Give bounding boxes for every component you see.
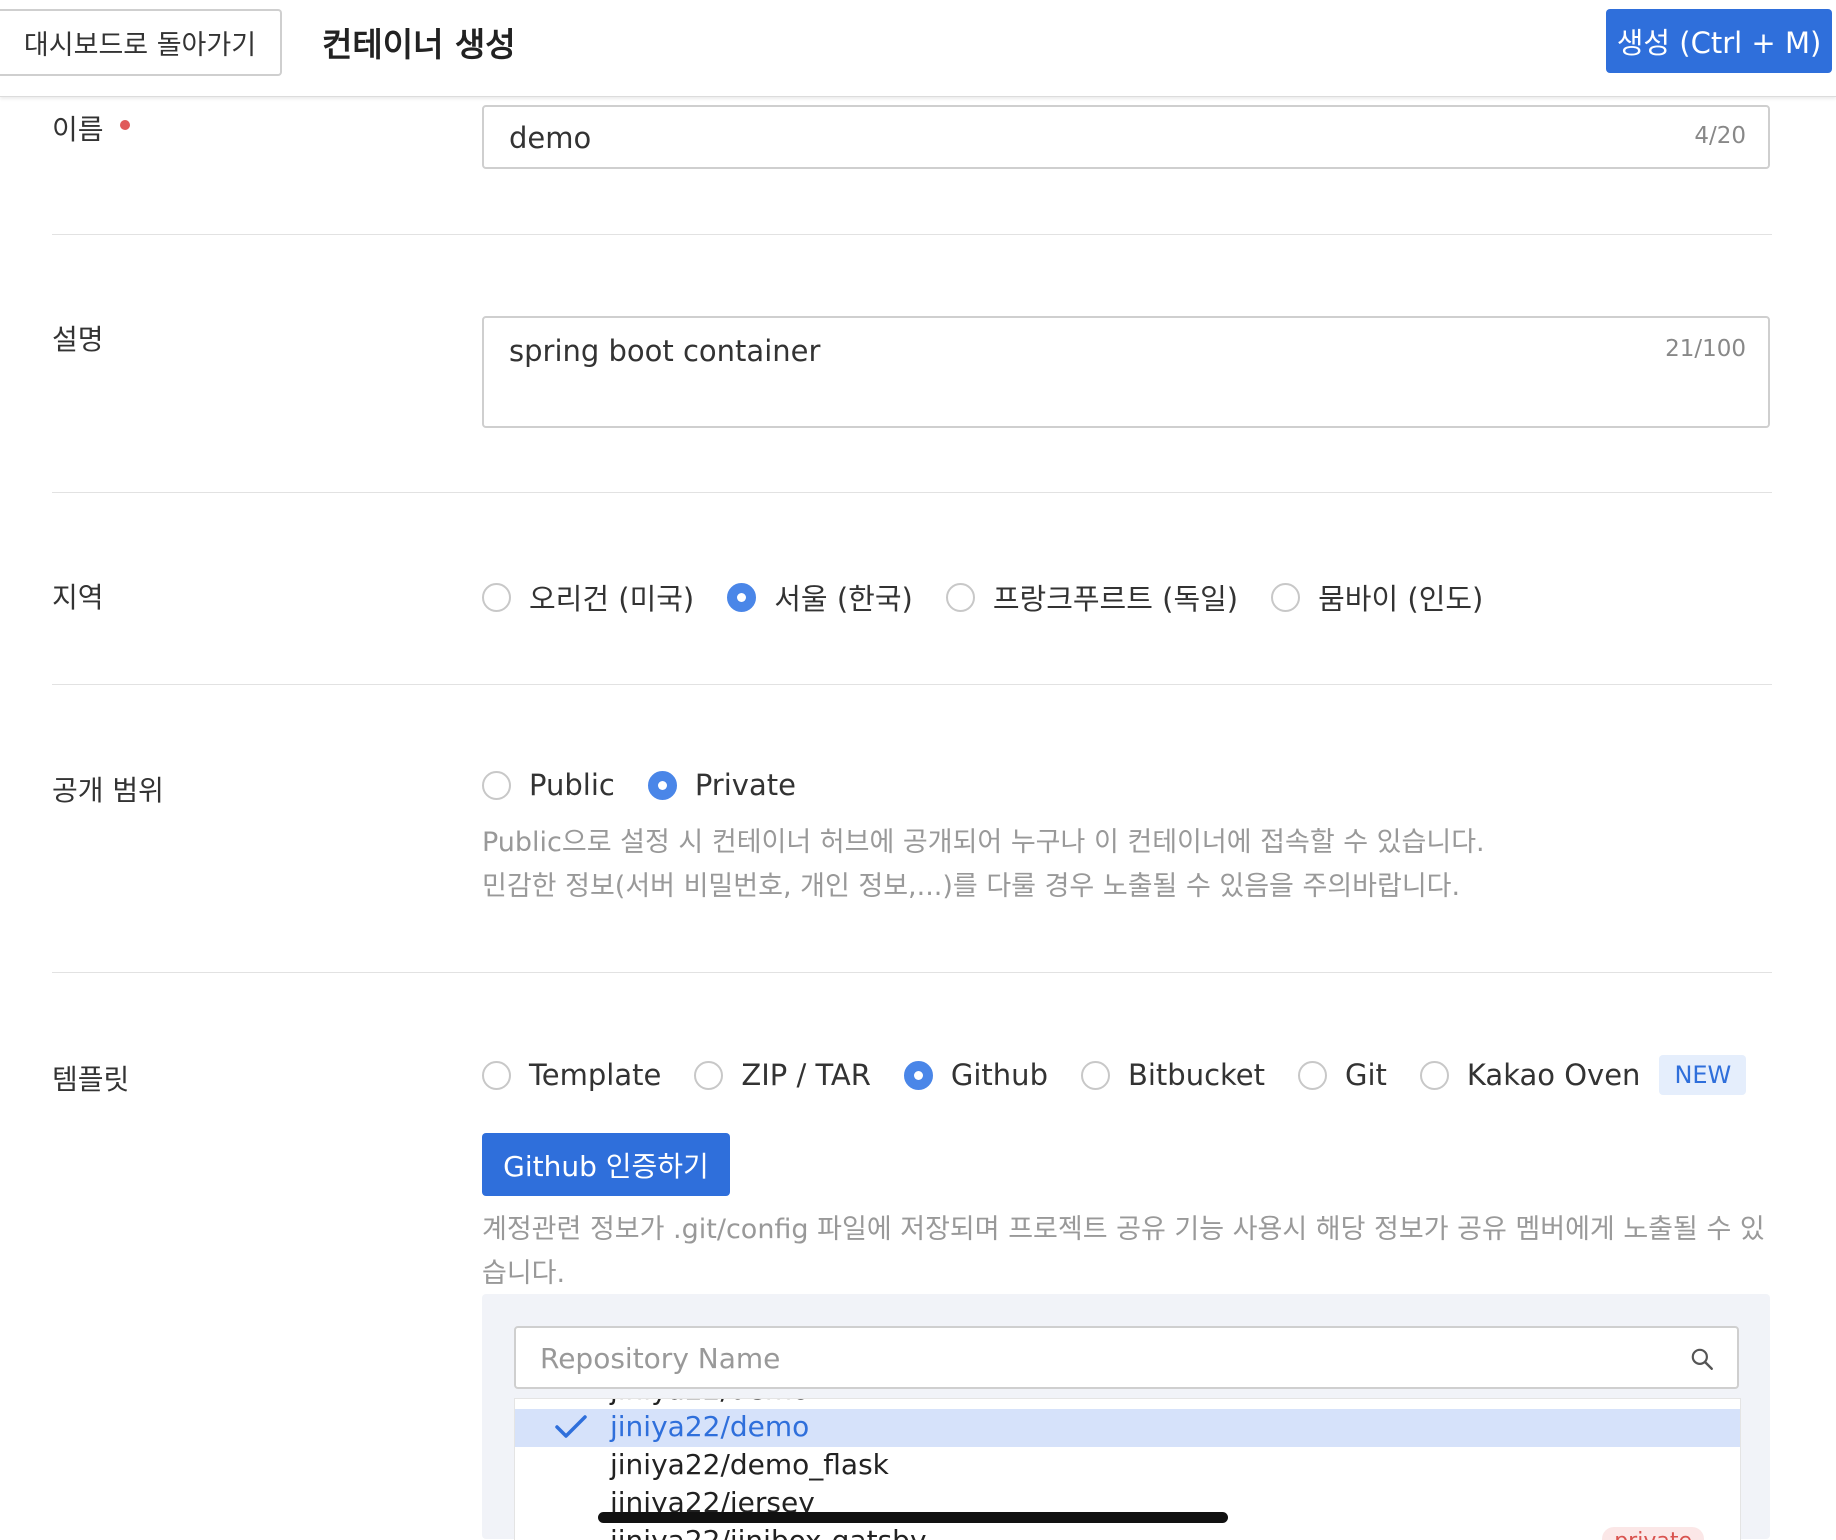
name-input[interactable]: demo 4/20 [482,105,1770,169]
name-label: 이름 [52,108,130,148]
repo-name: jiniya22/demo-... [610,1399,847,1406]
radio-button[interactable] [1271,582,1301,612]
region-option-mumbai[interactable]: 뭄바이 (인도) [1271,576,1483,618]
radio-button[interactable] [694,1060,724,1090]
region-option-seoul[interactable]: 서울 (한국) [727,576,913,618]
help-line: 계정관련 정보가 .git/config 파일에 저장되며 프로젝트 공유 기능… [482,1214,1765,1245]
redaction-bar [598,1512,1228,1523]
radio-label: 서울 (한국) [774,582,913,616]
radio-label: Bitbucket [1127,1058,1266,1092]
template-option-git[interactable]: Git [1298,1058,1387,1092]
description-input-value: spring boot container [509,334,821,368]
visibility-option-public[interactable]: Public [482,768,615,802]
radio-button[interactable] [1419,1060,1449,1090]
radio-button[interactable] [1080,1060,1110,1090]
radio-label: ZIP / TAR [741,1058,871,1092]
repository-search-placeholder: Repository Name [540,1342,781,1375]
visibility-radio-group: Public Private [482,768,829,802]
divider [52,492,1772,493]
visibility-help-text: Public으로 설정 시 컨테이너 허브에 공개되어 누구나 이 컨테이너에 … [482,821,1485,909]
repo-name: jiniya22/jinibox-gatsby [610,1524,927,1540]
radio-label: Kakao Oven [1466,1058,1641,1092]
visibility-option-private[interactable]: Private [647,768,796,802]
template-option-kakao-oven[interactable]: Kakao Oven [1419,1058,1641,1092]
radio-button-checked[interactable] [647,770,677,800]
radio-button[interactable] [482,770,511,800]
repo-name: jiniya22/demo [610,1410,810,1443]
radio-button-checked[interactable] [903,1060,933,1090]
radio-label: Git [1345,1058,1387,1092]
required-dot [119,120,130,130]
repo-name: jiniya22/demo_flask [610,1448,889,1481]
radio-label: Public [529,768,615,802]
description-char-count: 21/100 [1665,336,1746,362]
visibility-label: 공개 범위 [52,774,164,807]
template-option-bitbucket[interactable]: Bitbucket [1080,1058,1266,1092]
name-input-value: demo [509,121,592,155]
template-help-text: 계정관련 정보가 .git/config 파일에 저장되며 프로젝트 공유 기능… [482,1208,1765,1296]
list-item[interactable]: jiniya22/jinibox-gatsby private [515,1523,1740,1540]
region-label: 지역 [52,581,104,614]
radio-label: Private [694,768,796,802]
radio-button[interactable] [482,582,511,612]
check-icon [555,1415,587,1438]
top-header: 대시보드로 돌아가기 컨테이너 생성 생성 (Ctrl + M) [0,0,1836,97]
name-char-count: 4/20 [1694,123,1746,149]
name-label-text: 이름 [52,113,104,146]
search-icon[interactable] [1689,1346,1715,1372]
template-radio-group: Template ZIP / TAR Github Bitbucket Git … [482,1055,1747,1095]
radio-button[interactable] [945,582,975,612]
private-tag: private [1602,1527,1704,1540]
repository-search-input[interactable]: Repository Name [514,1326,1739,1389]
create-button[interactable]: 생성 (Ctrl + M) [1606,9,1832,73]
back-to-dashboard-button[interactable]: 대시보드로 돌아가기 [0,9,282,76]
radio-label: Github [950,1058,1048,1092]
new-badge: NEW [1659,1055,1747,1095]
region-option-oregon[interactable]: 오리건 (미국) [482,576,694,618]
radio-label: Template [529,1058,662,1092]
radio-button[interactable] [1298,1060,1328,1090]
help-line: 습니다. [482,1258,566,1289]
divider [52,972,1772,973]
github-auth-button[interactable]: Github 인증하기 [482,1133,730,1196]
radio-button-checked[interactable] [727,582,757,612]
template-option-template[interactable]: Template [482,1058,661,1092]
divider [52,684,1772,685]
template-label: 템플릿 [52,1063,130,1096]
radio-label: 프랑크푸르트 (독일) [992,582,1239,616]
radio-button[interactable] [482,1060,511,1090]
region-option-frankfurt[interactable]: 프랑크푸르트 (독일) [945,576,1239,618]
region-radio-group: 오리건 (미국) 서울 (한국) 프랑크푸르트 (독일) 뭄바이 (인도) [482,576,1516,618]
help-line: Public으로 설정 시 컨테이너 허브에 공개되어 누구나 이 컨테이너에 … [482,827,1485,858]
radio-label: 오리건 (미국) [529,582,695,616]
description-input[interactable]: spring boot container 21/100 [482,316,1770,428]
list-item-selected[interactable]: jiniya22/demo [515,1409,1740,1447]
divider [52,234,1772,235]
template-option-zip-tar[interactable]: ZIP / TAR [694,1058,871,1092]
list-item[interactable]: jiniya22/demo_flask [515,1447,1740,1485]
radio-label: 뭄바이 (인도) [1318,582,1484,616]
template-option-github[interactable]: Github [903,1058,1048,1092]
page-title: 컨테이너 생성 [322,25,516,64]
description-label: 설명 [52,323,104,356]
repository-panel: Repository Name jiniya22/demo-... jiniya… [482,1294,1770,1540]
help-line: 민감한 정보(서버 비밀번호, 개인 정보,...)를 다룰 경우 노출될 수 … [482,871,1461,902]
